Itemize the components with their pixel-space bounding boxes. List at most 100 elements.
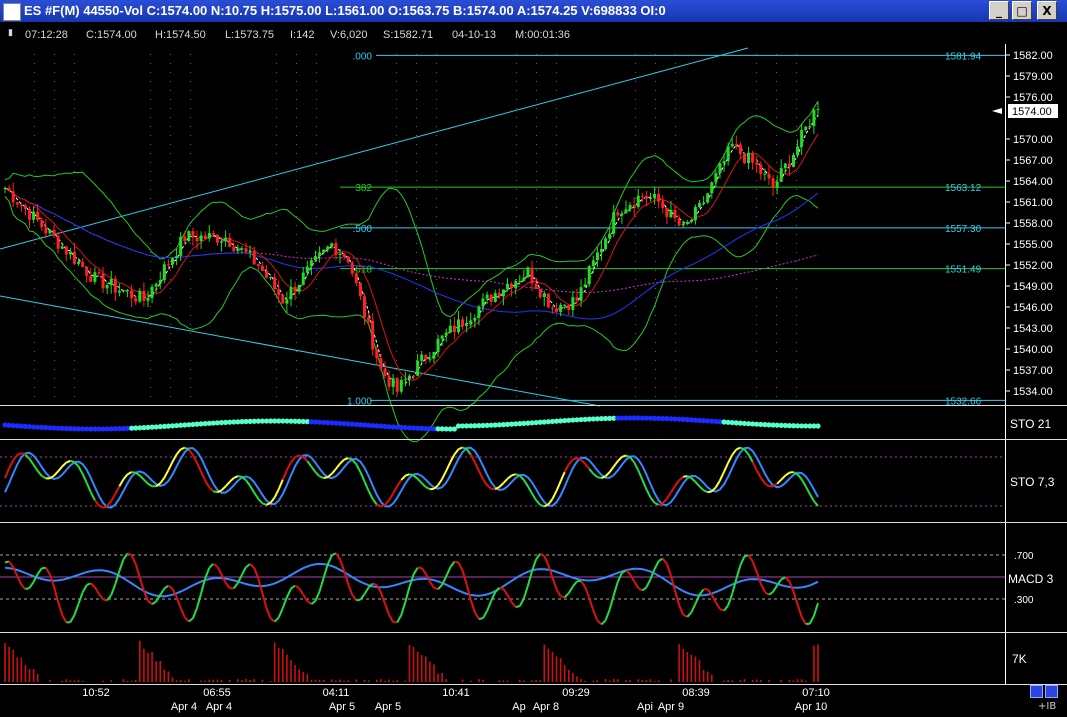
volume-bar: [343, 680, 345, 682]
volume-bar: [49, 680, 51, 682]
price-tick-label: 1546.00: [1013, 302, 1053, 314]
macd-segment: [510, 601, 517, 608]
sto-fast-segment: [159, 477, 166, 484]
sto-fast-segment: [347, 457, 353, 461]
sto-fast-segment: [486, 484, 492, 490]
sto-fast-segment: [654, 502, 660, 506]
macd-segment: [216, 566, 223, 575]
close-button[interactable]: X: [1037, 1, 1057, 20]
sto-fast-segment: [568, 458, 574, 466]
macd-segment: [45, 567, 51, 575]
macd-segment: [245, 563, 251, 568]
volume-bar: [543, 644, 546, 682]
last-price-arrow: [992, 108, 1002, 114]
time-tick-label: 10:41: [442, 687, 470, 699]
sto-fast-segment: [784, 471, 790, 477]
minimize-button[interactable]: _: [989, 1, 1009, 20]
volume-bar: [523, 680, 525, 682]
macd-segment: [212, 563, 219, 568]
macd-segment: [20, 583, 27, 590]
quote-s-value: S:1582.71: [383, 29, 434, 41]
volume-bar: [249, 679, 251, 682]
volume-bar: [617, 679, 619, 682]
sto-fast-segment: [363, 480, 370, 492]
candle-body: [48, 229, 52, 234]
fibonacci-retracement[interactable]: .000382.500.6181.000: [0, 47, 1005, 407]
candle-body: [395, 378, 399, 392]
sto-fast-segment: [469, 454, 476, 463]
sto-fast-segment: [367, 490, 374, 500]
macd-segment: [73, 603, 80, 616]
macd-level-low: .300: [1014, 595, 1034, 606]
macd-segment: [81, 584, 88, 593]
volume-bar: [339, 679, 341, 682]
candle-body: [436, 338, 440, 352]
candle-body: [101, 273, 105, 289]
sto-fast-segment: [498, 482, 505, 488]
macd-segment: [645, 578, 652, 588]
sto-fast-segment: [204, 479, 211, 488]
macd-segment: [339, 558, 346, 572]
sto-fast-segment: [604, 471, 611, 477]
fib-price-label: 1551.49: [945, 265, 982, 276]
maximize-button[interactable]: □: [1012, 1, 1032, 20]
candle-body: [313, 256, 317, 261]
sto-fast-segment: [637, 469, 644, 481]
candle-body: [787, 163, 791, 167]
sto-fast-segment: [584, 463, 591, 470]
candle-body: [326, 246, 330, 250]
volume-bar: [298, 669, 300, 682]
candle-body: [260, 265, 264, 271]
macd-segment: [412, 567, 419, 575]
volume-bar: [36, 673, 39, 682]
macd-segment: [265, 607, 272, 619]
chart-area[interactable]: .000382.500.6181.000 1581.941563.121557.…: [0, 44, 1067, 717]
candle-body: [407, 375, 411, 380]
sto-fast-segment: [143, 479, 149, 485]
sto-fast-segment: [331, 468, 337, 475]
volume-bar: [171, 677, 174, 682]
volume-bar: [604, 679, 607, 682]
layout-icon[interactable]: [1030, 685, 1043, 698]
macd-segment: [53, 586, 60, 603]
panel-labels: STO 21 STO 7,3 MACD 3 .700 .300 7K: [1008, 417, 1055, 666]
candle-body: [808, 126, 812, 128]
candle-body: [162, 264, 166, 281]
candle-body: [575, 297, 579, 301]
candle-body: [497, 293, 501, 297]
volume-bar: [637, 679, 640, 682]
candle-body: [85, 266, 89, 276]
macd-segment: [232, 582, 239, 589]
quote-low: L:1573.75: [225, 29, 274, 41]
volume-bar: [24, 665, 27, 682]
candle-body: [432, 351, 436, 359]
layout-icon-2[interactable]: [1045, 685, 1058, 698]
volume-bar: [290, 660, 292, 682]
volume-bar: [241, 680, 243, 682]
volume-bar: [204, 680, 206, 682]
quote-duration: M:00:01:36: [515, 29, 571, 41]
price-panel[interactable]: .000382.500.6181.000: [0, 47, 1005, 443]
sto-fast-segment: [555, 480, 562, 492]
volume-bar: [367, 680, 370, 682]
macd-segment: [179, 607, 186, 618]
candle-body: [681, 223, 685, 226]
candle-body: [183, 236, 187, 242]
sto-fast-segment: [588, 468, 595, 475]
macd-segment: [356, 598, 361, 602]
indicator-overlays: [4, 101, 819, 443]
sto-fast-segment: [666, 491, 672, 500]
volume-bar: [363, 679, 366, 682]
volume-bar: [183, 680, 186, 682]
candle-body: [113, 278, 117, 293]
macd-segment: [572, 580, 578, 588]
macd-segment: [796, 604, 803, 618]
macd-segment: [322, 564, 329, 579]
sto-fast-segment: [719, 471, 725, 481]
sto-fast-segment: [674, 479, 680, 487]
candle-body: [595, 252, 599, 261]
candle-body: [501, 289, 505, 297]
date-tick-label: Apr 9: [658, 701, 684, 713]
macd-segment: [429, 581, 435, 589]
price-tick-label: 1579.00: [1013, 71, 1053, 83]
